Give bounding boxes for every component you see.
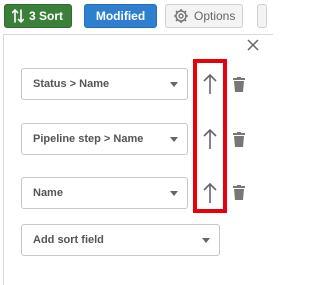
chevron-down-icon bbox=[170, 191, 178, 196]
options-button[interactable]: Options bbox=[165, 4, 243, 28]
modified-button[interactable]: Modified bbox=[84, 4, 157, 28]
sort-field-value: Name bbox=[33, 187, 63, 199]
close-icon[interactable] bbox=[246, 38, 260, 52]
gear-icon bbox=[174, 9, 188, 23]
add-sort-field-label: Add sort field bbox=[33, 234, 104, 246]
sort-direction-highlight bbox=[193, 59, 227, 213]
sort-field-value: Status > Name bbox=[33, 78, 110, 90]
sort-icon bbox=[12, 9, 24, 23]
sort-field-select[interactable]: Name bbox=[21, 177, 188, 209]
options-button-label: Options bbox=[194, 9, 236, 23]
add-sort-field-select[interactable]: Add sort field bbox=[21, 224, 220, 256]
trash-icon[interactable] bbox=[231, 129, 247, 149]
chevron-down-icon bbox=[202, 238, 210, 243]
trash-icon[interactable] bbox=[231, 74, 247, 94]
sort-field-select[interactable]: Status > Name bbox=[21, 68, 188, 100]
sort-field-select[interactable]: Pipeline step > Name bbox=[21, 123, 188, 155]
trash-icon[interactable] bbox=[231, 182, 247, 202]
chevron-down-icon bbox=[170, 137, 178, 142]
modified-button-label: Modified bbox=[95, 9, 146, 23]
sort-button-label: 3 Sort bbox=[29, 9, 64, 23]
sort-button[interactable]: 3 Sort bbox=[4, 4, 72, 28]
chevron-down-icon bbox=[170, 82, 178, 87]
sort-field-value: Pipeline step > Name bbox=[33, 133, 144, 145]
toolbar-overflow-button[interactable] bbox=[257, 4, 267, 28]
toolbar: 3 Sort Modified Options bbox=[0, 0, 267, 32]
